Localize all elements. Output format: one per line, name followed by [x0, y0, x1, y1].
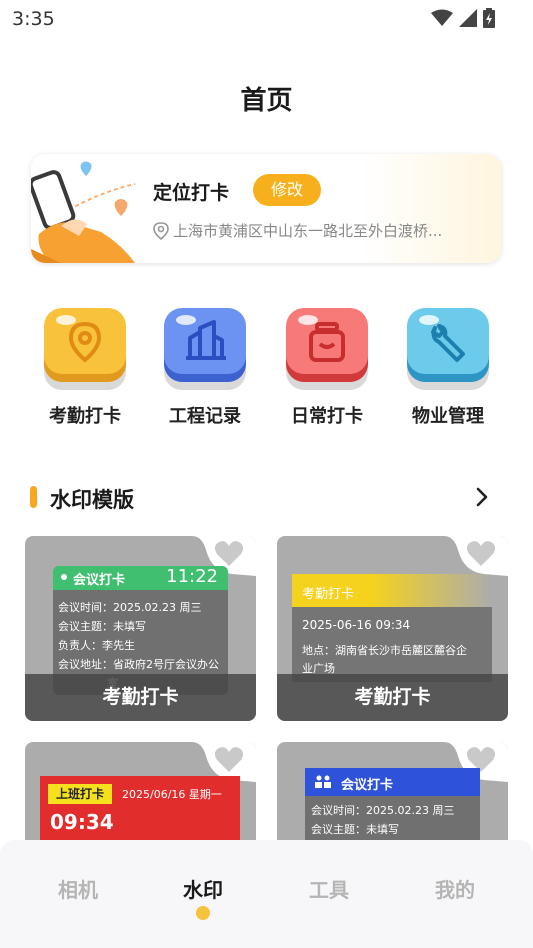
location-pin-icon [44, 308, 126, 390]
watermark-line: 会议主题：未填写 [311, 823, 399, 836]
battery-icon [483, 8, 495, 28]
active-tab-indicator [196, 906, 210, 920]
grid-item-property-management[interactable]: 物业管理 [403, 306, 493, 428]
wifi-icon [431, 9, 453, 26]
section-accent-bar [30, 486, 37, 508]
grid-label: 考勤打卡 [49, 406, 121, 427]
grid-label: 物业管理 [412, 406, 484, 427]
template-name: 考勤打卡 [25, 674, 256, 721]
status-bar: 3:35 [0, 0, 533, 38]
nav-tab-mine[interactable]: 我的 [410, 874, 500, 903]
template-card[interactable]: 考勤打卡 2025-06-16 09:34 地点：湖南省长沙市岳麓区麓谷企 业广… [277, 536, 508, 721]
location-pin-icon [153, 221, 169, 240]
watermark-line: 地点：湖南省长沙市岳麓区麓谷企 [302, 644, 467, 657]
nav-tab-watermark[interactable]: 水印 [158, 874, 248, 903]
location-address: 上海市黄浦区中山东一路北至外白渡桥... [153, 220, 442, 241]
favorite-heart-icon[interactable] [466, 540, 496, 568]
wrench-icon [407, 308, 489, 390]
attendance-watermark: 考勤打卡 2025-06-16 09:34 地点：湖南省长沙市岳麓区麓谷企 业广… [292, 574, 492, 682]
watermark-line: 会议时间：2025.02.23 周三 [311, 804, 455, 817]
status-icons [431, 8, 495, 28]
grid-label: 日常打卡 [291, 406, 363, 427]
location-checkin-card[interactable]: 定位打卡 修改 上海市黄浦区中山东一路北至外白渡桥... [31, 154, 501, 263]
grid-item-daily-checkin[interactable]: 日常打卡 [282, 306, 372, 428]
phone-map-illustration [31, 161, 136, 263]
jar-icon [286, 308, 368, 390]
bottom-nav: 相机 水印 工具 我的 [0, 840, 533, 948]
nav-tab-tools[interactable]: 工具 [284, 874, 374, 903]
template-card[interactable]: 会议打卡 11:22 会议时间：2025.02.23 周三 会议主题：未填写 负… [25, 536, 256, 721]
watermark-header: 考勤打卡 [292, 574, 492, 607]
watermark-section-title: 水印模版 [50, 488, 134, 512]
edit-location-button[interactable]: 修改 [253, 174, 321, 206]
watermark-line: 2025-06-16 09:34 [302, 618, 411, 632]
chevron-right-icon[interactable] [470, 484, 494, 510]
status-time: 3:35 [12, 8, 55, 30]
favorite-heart-icon[interactable] [214, 540, 244, 568]
location-address-text: 上海市黄浦区中山东一路北至外白渡桥... [173, 222, 443, 240]
watermark-line: 会议主题：未填写 [58, 620, 146, 633]
location-card-title: 定位打卡 [153, 182, 230, 204]
buildings-icon [164, 308, 246, 390]
favorite-heart-icon[interactable] [214, 746, 244, 774]
watermark-header: 会议打卡 11:22 [53, 566, 228, 590]
grid-item-attendance[interactable]: 考勤打卡 [40, 306, 130, 428]
watermark-header-label: 会议打卡 [341, 778, 394, 793]
watermark-time: 11:22 [166, 566, 218, 587]
grid-label: 工程记录 [169, 406, 241, 427]
nav-tab-camera[interactable]: 相机 [33, 874, 123, 903]
template-name: 考勤打卡 [277, 674, 508, 721]
watermark-line: 会议时间：2025.02.23 周三 [58, 601, 202, 614]
watermark-line: 负责人：李先生 [58, 639, 135, 652]
page-title: 首页 [240, 86, 293, 116]
people-icon [315, 775, 331, 788]
watermark-line: 会议地址：省政府2号厅会议办公 [58, 658, 219, 671]
watermark-header-label: 上班打卡 [48, 784, 113, 804]
grid-item-project-records[interactable]: 工程记录 [160, 306, 250, 428]
cell-signal-icon [459, 9, 477, 27]
bullet-icon [61, 574, 67, 580]
watermark-date: 2025/06/16 星期一 [122, 788, 222, 801]
watermark-time: 09:34 [50, 810, 114, 834]
clock-in-watermark: 上班打卡 2025/06/16 星期一 09:34 [40, 776, 240, 846]
watermark-header-label: 会议打卡 [73, 573, 126, 588]
watermark-header: 会议打卡 [305, 768, 480, 796]
watermark-header-label: 考勤打卡 [302, 587, 355, 602]
meeting-watermark: 会议打卡 会议时间：2025.02.23 周三 会议主题：未填写 [305, 768, 480, 848]
